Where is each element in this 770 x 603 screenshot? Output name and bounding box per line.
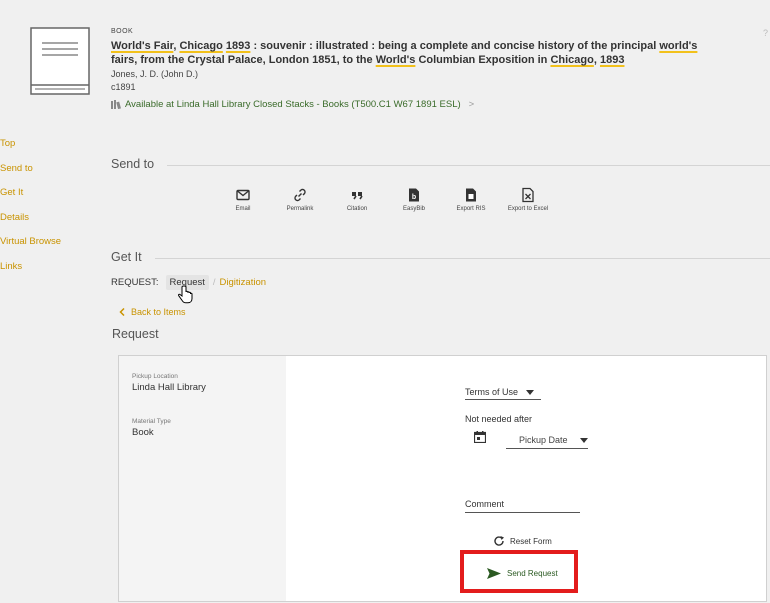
availability-text: Available at Linda Hall Library Closed S… [125,99,461,110]
availability-link[interactable]: Available at Linda Hall Library Closed S… [111,99,474,110]
nav-item-send-to[interactable]: Send to [0,163,100,188]
record-author: Jones, J. D. (John D.) [111,69,199,79]
record-type: BOOK [111,28,134,35]
tab-digitization[interactable]: Digitization [220,277,266,288]
material-type-label: Material Type [132,418,171,425]
send-to-title: Send to [111,157,155,171]
record-title[interactable]: World's Fair, Chicago 1893 : souvenir : … [111,39,711,67]
permalink-action[interactable]: Permalink [272,187,328,212]
nav-item-virtual-browse[interactable]: Virtual Browse [0,236,100,261]
material-type-value: Book [132,427,154,438]
svg-text:b: b [412,194,416,201]
chevron-right-icon: > [468,99,475,110]
pickup-location-value: Linda Hall Library [132,382,206,393]
email-icon [236,189,250,201]
nav-item-get-it[interactable]: Get It [0,187,100,212]
request-heading: Request [112,327,159,341]
nav-item-links[interactable]: Links [0,261,100,286]
corner-mark: ? [763,28,769,38]
highlight-box [460,550,578,593]
export-excel-action[interactable]: Export to Excel [500,187,556,212]
send-to-actions: Email Permalink Citation b EasyBib Expor… [215,187,557,212]
caret-down-icon [526,389,535,395]
refresh-icon [494,536,504,546]
export-ris-icon [466,188,476,202]
easybib-icon: b [409,188,419,202]
chevron-left-icon [119,308,125,316]
caret-down-icon [580,437,588,443]
easybib-action[interactable]: b EasyBib [386,187,442,212]
nav-item-details[interactable]: Details [0,212,100,237]
calendar-icon[interactable] [474,431,486,443]
back-to-items-link[interactable]: Back to Items [119,307,186,317]
not-needed-after-label: Not needed after [465,414,533,424]
library-icon [111,100,121,109]
request-form: Pickup Location Linda Hall Library Mater… [118,355,767,602]
tab-separator: / [212,277,216,288]
citation-action[interactable]: Citation [329,187,385,212]
email-action[interactable]: Email [215,187,271,212]
request-label: REQUEST: [111,277,159,288]
nav-item-top[interactable]: Top [0,138,100,163]
terms-of-use-select[interactable]: Terms of Use [465,385,541,400]
pickup-date-input[interactable]: Pickup Date [506,432,588,449]
reset-form-button[interactable]: Reset Form [493,535,552,547]
get-it-title: Get It [111,250,142,264]
record-date: c1891 [111,82,136,92]
book-thumbnail-icon[interactable] [30,27,90,97]
side-nav: Top Send to Get It Details Virtual Brows… [0,138,100,285]
pickup-location-label: Pickup Location [132,373,178,380]
excel-icon [522,187,534,203]
comment-input[interactable]: Comment [465,499,580,513]
quote-icon [352,192,363,200]
export-ris-action[interactable]: Export RIS [443,187,499,212]
send-to-divider [167,165,770,166]
request-summary-panel: Pickup Location Linda Hall Library Mater… [119,356,286,601]
link-icon [294,188,306,202]
get-it-divider [155,258,770,259]
hand-cursor-icon [178,285,193,304]
